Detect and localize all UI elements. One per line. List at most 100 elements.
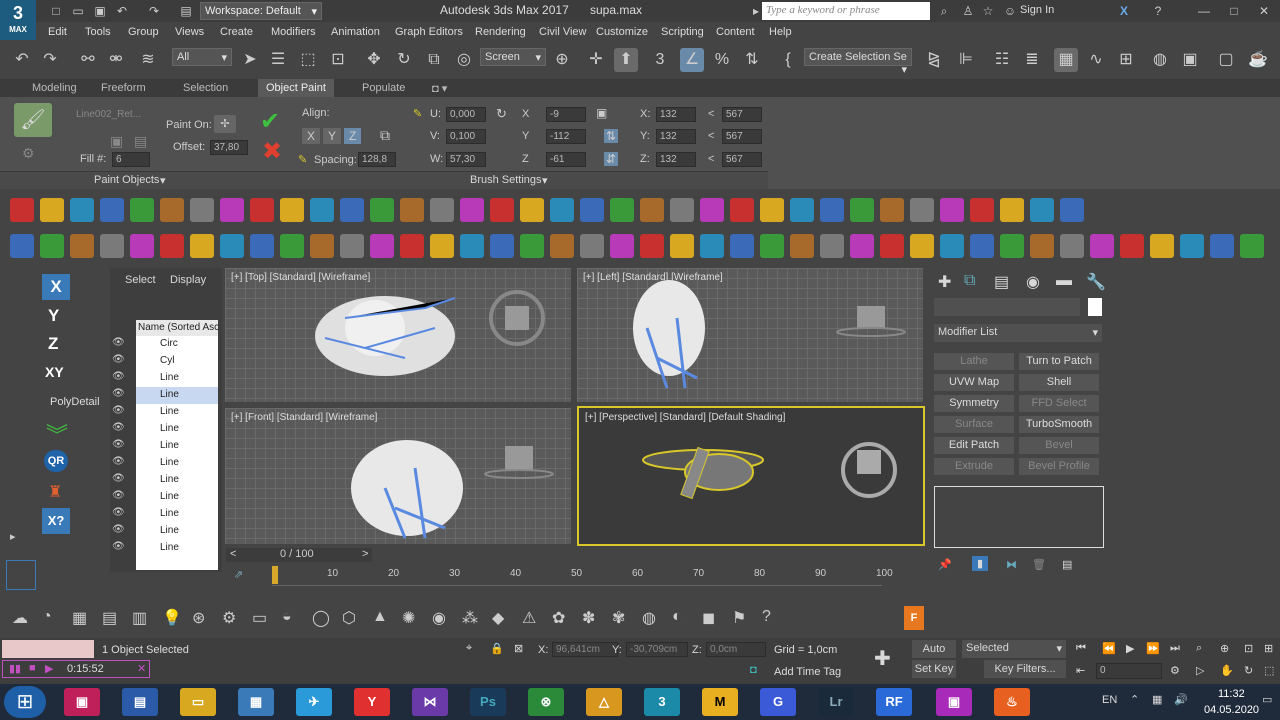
manipulate-icon[interactable]: ✛ [584, 48, 608, 72]
paint-brush-icon[interactable]: 🖌 [14, 103, 52, 137]
menu-views[interactable]: Views [175, 26, 204, 38]
modifier-button[interactable]: Surface [934, 416, 1014, 433]
create-shortcut-icon[interactable]: 💡 [162, 608, 182, 628]
macro-icon[interactable] [520, 198, 544, 222]
taskbar-app-warning-icon[interactable]: △ [586, 688, 622, 716]
plugin-icon[interactable] [940, 234, 964, 258]
create-shortcut-icon[interactable]: ▦ [72, 608, 87, 628]
script-tool-icon[interactable] [130, 234, 154, 258]
language-indicator[interactable]: EN [1102, 694, 1117, 706]
object-color-swatch[interactable] [1088, 298, 1102, 316]
search-icon[interactable]: ⌕ [936, 3, 952, 19]
user-icon[interactable]: ☺ [1002, 3, 1018, 19]
play-animation-icon[interactable]: ▶ [1126, 642, 1134, 655]
plugin-icon[interactable] [460, 234, 484, 258]
menu-civil-view[interactable]: Civil View [539, 26, 586, 38]
paint-bucket-icon[interactable]: ♜ [48, 482, 62, 502]
plugin-icon[interactable] [820, 234, 844, 258]
plugin-icon[interactable] [100, 198, 124, 222]
modifier-button[interactable]: Edit Patch [934, 437, 1014, 454]
spacing-spinner[interactable]: 128,8 [358, 152, 396, 167]
utility-icon[interactable] [1030, 198, 1054, 222]
scale-x-max-spinner[interactable]: 567 [722, 107, 762, 122]
plugin-icon[interactable] [1060, 234, 1084, 258]
window-crossing-icon[interactable]: ⊡ [326, 48, 350, 72]
macro-icon[interactable] [160, 198, 184, 222]
show-end-result-icon[interactable]: ▮ [972, 556, 989, 571]
explorer-row[interactable]: 👁 Line [112, 489, 218, 506]
macro-icon[interactable] [1120, 234, 1144, 258]
motion-tab-icon[interactable]: ◉ [1026, 272, 1040, 292]
scale-y-spinner[interactable]: 132 [656, 129, 696, 144]
utility-icon[interactable] [310, 198, 334, 222]
rotate-brush-icon[interactable]: ↻ [496, 106, 507, 122]
axis-y-button[interactable]: Y [48, 306, 59, 326]
next-key-icon[interactable]: ⏩ [1146, 642, 1160, 655]
macro-icon[interactable] [640, 234, 664, 258]
create-shortcut-icon[interactable]: ⁂ [462, 608, 478, 628]
ribbon-options-icon[interactable]: ◘ ▾ [432, 82, 447, 95]
utility-icon[interactable] [1030, 234, 1054, 258]
hierarchy-tab-icon[interactable]: ▤ [994, 272, 1009, 292]
axis-x-button[interactable]: X [42, 274, 70, 300]
scale-icon[interactable]: ⧉ [422, 48, 446, 72]
cancel-x-icon[interactable]: ✖ [262, 137, 282, 166]
utility-icon[interactable] [70, 198, 94, 222]
utility-icon[interactable] [1150, 234, 1174, 258]
v-spinner[interactable]: 0,100 [446, 129, 486, 144]
create-shortcut-icon[interactable]: ◔ [42, 608, 52, 626]
explorer-row[interactable]: 👁 Cyl [112, 353, 218, 370]
redo-icon[interactable]: ↷ [38, 48, 62, 72]
rot-z-spinner[interactable]: -61 [546, 152, 586, 167]
curve-editor-icon[interactable]: ∿ [1084, 48, 1108, 72]
tab-selection[interactable]: Selection [183, 82, 228, 94]
xform-snap-icon[interactable]: X? [42, 508, 70, 534]
w-spinner[interactable]: 57,30 [446, 152, 486, 167]
utility-icon[interactable] [190, 234, 214, 258]
taskbar-app-rf-icon[interactable]: RF [876, 688, 912, 716]
taskbar-app-yandex-icon[interactable]: Y [354, 688, 390, 716]
modify-tab-icon[interactable]: ⧉ [964, 272, 975, 290]
timeline-marker[interactable] [272, 566, 278, 584]
orbit-icon[interactable]: ↻ [1244, 664, 1253, 677]
script-tool-icon[interactable] [490, 234, 514, 258]
axis-z-button[interactable]: Z [48, 334, 58, 354]
tray-arrow-icon[interactable]: ⌃ [1130, 693, 1139, 706]
taskbar-app-fire-icon[interactable]: ♨ [994, 688, 1030, 716]
keyboard-shortcut-icon[interactable]: ⬆ [614, 48, 638, 72]
utility-icon[interactable] [430, 198, 454, 222]
paint-on-grid-icon[interactable]: ✢ [214, 115, 236, 133]
menu-edit[interactable]: Edit [48, 26, 67, 38]
layer-explorer-icon[interactable]: ☷ [990, 48, 1014, 72]
taskbar-app-xbox-icon[interactable]: ⊗ [528, 688, 564, 716]
schematic-view-icon[interactable]: ⊞ [1114, 48, 1138, 72]
create-shortcut-icon[interactable]: ◉ [432, 608, 446, 628]
minimize-icon[interactable]: — [1196, 3, 1212, 19]
utility-icon[interactable] [310, 234, 334, 258]
utility-icon[interactable] [670, 198, 694, 222]
goto-start-icon[interactable]: ⏮ [1076, 642, 1086, 655]
macro-icon[interactable] [760, 198, 784, 222]
taskbar-app-m-icon[interactable]: M [702, 688, 738, 716]
create-shortcut-icon[interactable]: ◍ [642, 608, 656, 628]
plugin-icon[interactable] [340, 234, 364, 258]
macro-icon[interactable] [1240, 234, 1264, 258]
taskbar-app-visualstudio-icon[interactable]: ⋈ [412, 688, 448, 716]
utility-icon[interactable] [790, 198, 814, 222]
rect-selection-icon[interactable]: ⬚ [296, 48, 320, 72]
render-setup-icon[interactable]: ▣ [1178, 48, 1202, 72]
script-tool-icon[interactable] [970, 198, 994, 222]
create-shortcut-icon[interactable]: ✾ [612, 608, 625, 628]
key-mode-toggle-icon[interactable]: ⇤ [1076, 664, 1085, 677]
redo-icon[interactable]: ↷ [146, 3, 162, 19]
create-shortcut-icon[interactable]: ⚠ [522, 608, 536, 628]
plugin-icon[interactable] [220, 234, 244, 258]
set-key-icon[interactable]: ✚ [874, 646, 891, 671]
pick-list-icon[interactable]: ▤ [134, 133, 147, 150]
link-icon[interactable]: ⚯ [76, 48, 100, 72]
plugin-icon[interactable] [1180, 234, 1204, 258]
render-frame-icon[interactable]: ▢ [1214, 48, 1238, 72]
explorer-row[interactable]: 👁 Circ [112, 336, 218, 353]
scale-z-spinner[interactable]: 132 [656, 152, 696, 167]
plugin-icon[interactable] [460, 198, 484, 222]
